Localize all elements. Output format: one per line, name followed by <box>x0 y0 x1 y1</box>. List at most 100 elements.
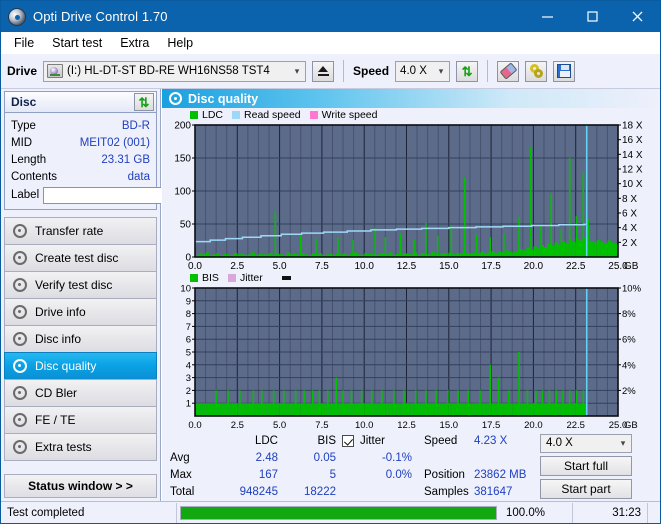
stats-bis-avg: 0.05 <box>313 452 336 465</box>
jitter-label: Jitter <box>360 435 385 448</box>
disc-refresh-button[interactable]: ⇅ <box>134 93 154 111</box>
minimize-icon[interactable] <box>525 1 570 32</box>
speed-select[interactable]: 4.0 X ▾ <box>395 60 451 82</box>
svg-text:10.0: 10.0 <box>354 261 374 272</box>
menu-extra[interactable]: Extra <box>115 34 158 52</box>
eject-button[interactable] <box>312 60 335 82</box>
start-full-button[interactable]: Start full <box>540 455 632 476</box>
disc-icon <box>13 359 27 373</box>
sidebar-item-fe-te[interactable]: FE / TE <box>4 406 157 434</box>
svg-text:12.5: 12.5 <box>397 261 417 272</box>
svg-text:150: 150 <box>174 153 191 164</box>
disc-icon <box>13 440 27 454</box>
svg-text:12.5: 12.5 <box>397 420 416 431</box>
start-part-button[interactable]: Start part <box>540 478 632 499</box>
test-speed-select[interactable]: 4.0 X ▾ <box>540 433 632 453</box>
save-button[interactable] <box>553 60 576 82</box>
disc-length-value: 23.31 GB <box>101 153 150 166</box>
svg-text:2 X: 2 X <box>622 238 637 249</box>
svg-text:200: 200 <box>174 121 191 132</box>
svg-text:100: 100 <box>174 186 191 197</box>
body: Disc ⇅ Type BD-R MID MEIT02 (001) Length… <box>1 89 660 501</box>
position-label: Position <box>424 469 465 482</box>
sidebar-item-create-test-disc[interactable]: Create test disc <box>4 244 157 272</box>
sidebar-item-disc-info[interactable]: Disc info <box>4 325 157 353</box>
disc-icon <box>13 305 27 319</box>
svg-text:17.5: 17.5 <box>482 420 501 431</box>
erase-button[interactable] <box>497 60 520 82</box>
menu-file[interactable]: File <box>9 34 43 52</box>
sidebar-item-label: Create test disc <box>35 251 119 265</box>
svg-text:14 X: 14 X <box>622 150 643 161</box>
svg-text:1: 1 <box>186 399 191 410</box>
svg-text:10%: 10% <box>622 284 642 295</box>
menu-bar: File Start test Extra Help <box>1 32 660 54</box>
svg-text:8 X: 8 X <box>622 194 637 205</box>
stats-col-meta-labels: Speed Position Samples <box>416 433 474 501</box>
legend-label-ldc: LDC <box>202 108 224 121</box>
main-panel: Disc quality LDC Read speed Write speed … <box>161 89 660 501</box>
sidebar-item-transfer-rate[interactable]: Transfer rate <box>4 217 157 245</box>
tools-button[interactable] <box>525 60 548 82</box>
stats-row-labels: Avg Max Total <box>170 433 216 501</box>
legend-swatch-write-speed <box>309 110 318 119</box>
toolbar-divider-2 <box>487 60 489 82</box>
drive-select[interactable]: (I:) HL-DT-ST BD-RE WH16NS58 TST4 ▾ <box>43 60 307 82</box>
progress-bar <box>180 505 497 520</box>
app-window: Opti Drive Control 1.70 File Start test … <box>0 0 661 524</box>
sidebar-item-verify-test-disc[interactable]: Verify test disc <box>4 271 157 299</box>
svg-text:8%: 8% <box>622 309 636 320</box>
disc-mid-value: MEIT02 (001) <box>79 136 150 149</box>
maximize-icon[interactable] <box>570 1 615 32</box>
status-bar: Test completed 100.0% 31:23 <box>1 501 660 524</box>
disc-row-length: Length 23.31 GB <box>11 151 150 168</box>
sidebar-item-disc-quality[interactable]: Disc quality <box>4 352 157 380</box>
svg-text:20.0: 20.0 <box>524 261 544 272</box>
svg-text:18 X: 18 X <box>622 121 643 132</box>
sidebar-item-drive-info[interactable]: Drive info <box>4 298 157 326</box>
disc-mid-label: MID <box>11 136 33 149</box>
legend-label-read-speed: Read speed <box>244 108 301 121</box>
sidebar-item-label: Disc info <box>35 332 82 346</box>
disc-row-mid: MID MEIT02 (001) <box>11 134 150 151</box>
samples-label: Samples <box>424 486 469 499</box>
svg-text:12 X: 12 X <box>622 164 643 175</box>
svg-text:10: 10 <box>180 284 191 295</box>
sidebar-item-cd-bler[interactable]: CD Bler <box>4 379 157 407</box>
refresh-button[interactable]: ⇅ <box>456 60 479 82</box>
close-icon[interactable] <box>615 1 660 32</box>
sidebar: Disc ⇅ Type BD-R MID MEIT02 (001) Length… <box>1 89 251 501</box>
svg-text:3: 3 <box>186 373 191 384</box>
window-controls <box>525 1 660 32</box>
stats-label-avg: Avg <box>170 452 190 465</box>
stats-header-bis: BIS <box>317 435 336 448</box>
svg-text:9: 9 <box>186 296 191 307</box>
menu-start-test[interactable]: Start test <box>47 34 111 52</box>
disc-row-contents: Contents data <box>11 168 150 185</box>
disc-type-value: BD-R <box>121 119 150 132</box>
sidebar-item-label: Transfer rate <box>35 224 104 238</box>
resize-grip[interactable] <box>648 502 660 524</box>
refresh-icon: ⇅ <box>461 63 473 79</box>
svg-text:5: 5 <box>186 348 191 359</box>
svg-text:2%: 2% <box>622 386 636 397</box>
chevron-down-icon: ▾ <box>294 65 300 76</box>
eject-icon <box>318 66 329 73</box>
jitter-checkbox[interactable] <box>342 435 354 448</box>
samples-value: 381647 <box>474 486 513 499</box>
stats-col-meta-values: 4.23 X 23862 MB 381647 <box>474 433 540 501</box>
menu-help[interactable]: Help <box>162 34 202 52</box>
stats-bis-max: 5 <box>329 469 336 482</box>
status-window-button[interactable]: Status window > > <box>4 474 157 498</box>
progress-fill <box>181 506 496 519</box>
sidebar-item-extra-tests[interactable]: Extra tests <box>4 433 157 461</box>
disc-panel-title: Disc <box>11 95 37 109</box>
disc-icon <box>13 332 27 346</box>
stats-ldc-avg: 2.48 <box>255 452 278 465</box>
disc-icon <box>13 251 27 265</box>
drive-select-value: (I:) HL-DT-ST BD-RE WH16NS58 TST4 <box>67 65 270 77</box>
chart-bis: 1 2 3 4 5 6 7 8 9 10 2% 4% 6% 8% 10% 0.0 2.5 5.0 7.5 10.0 12… <box>162 284 660 431</box>
stats-bis-total: 18222 <box>304 486 336 499</box>
drive-label: Drive <box>7 64 38 78</box>
svg-text:15.0: 15.0 <box>439 261 459 272</box>
